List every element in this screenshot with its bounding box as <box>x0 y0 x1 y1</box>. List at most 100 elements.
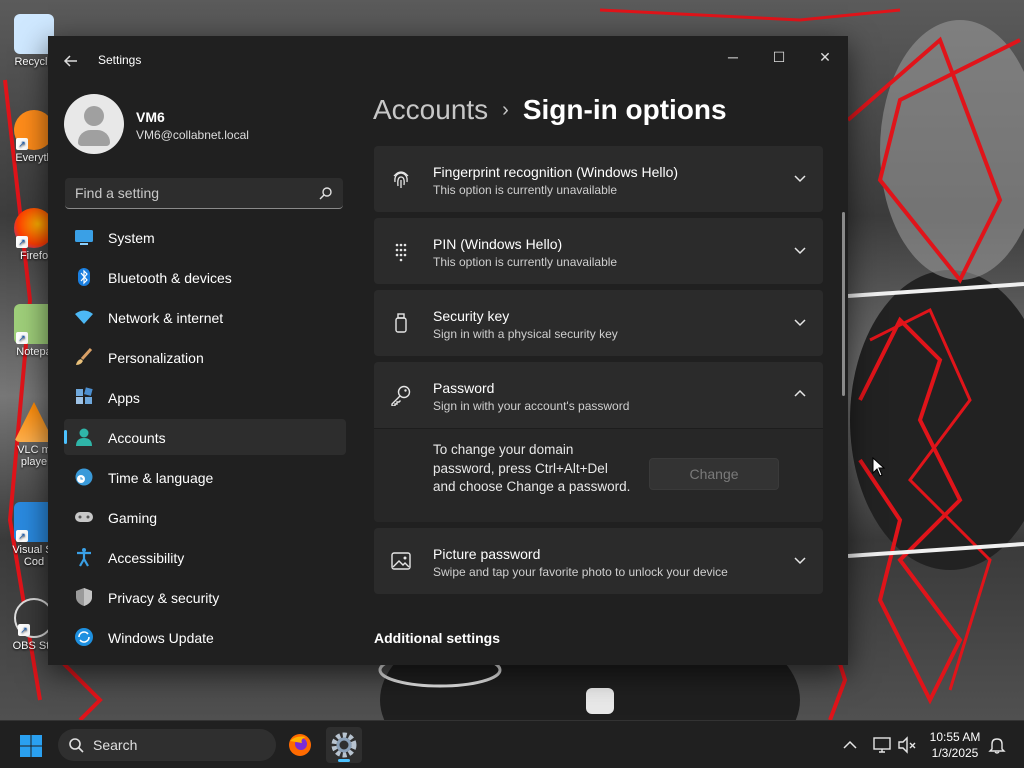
sidebar-item-network[interactable]: Network & internet <box>64 299 346 335</box>
settings-gear-icon <box>331 732 357 758</box>
volume-muted-icon[interactable] <box>897 735 917 755</box>
option-subtitle: Sign in with a physical security key <box>433 327 618 341</box>
windows-update-icon <box>75 628 93 646</box>
sidebar-item-label: Windows Update <box>108 630 214 646</box>
chevron-down-icon[interactable] <box>793 553 807 567</box>
chevron-down-icon[interactable] <box>793 315 807 329</box>
option-picture-password[interactable]: Picture password Swipe and tap your favo… <box>374 528 823 594</box>
chevron-down-icon[interactable] <box>793 171 807 185</box>
sidebar-item-label: Accessibility <box>108 550 185 566</box>
taskbar-search-label: Search <box>93 737 138 753</box>
sidebar-item-personalization[interactable]: Personalization <box>64 339 346 375</box>
settings-window: Settings ─ ☐ ✕ VM6 VM6@collabnet.local S… <box>48 36 848 665</box>
sidebar-item-bluetooth[interactable]: Bluetooth & devices <box>64 259 346 295</box>
option-title: Password <box>433 380 495 396</box>
option-password[interactable]: Password Sign in with your account's pas… <box>374 362 823 522</box>
sidebar-item-label: Accounts <box>108 430 166 446</box>
scrollbar[interactable] <box>842 212 845 396</box>
change-password-button[interactable]: Change <box>649 458 779 490</box>
notification-bell-icon[interactable] <box>987 735 1007 755</box>
option-subtitle: Sign in with your account's password <box>433 399 630 413</box>
taskbar-app-firefox[interactable] <box>282 727 318 763</box>
option-title: Fingerprint recognition (Windows Hello) <box>433 164 679 180</box>
sidebar-item-label: Bluetooth & devices <box>108 270 232 286</box>
sidebar-item-label: Time & language <box>108 470 214 486</box>
shield-icon <box>76 588 92 606</box>
taskbar-app-settings[interactable] <box>326 727 362 763</box>
brush-icon <box>76 347 93 365</box>
system-clock[interactable]: 10:55 AM 1/3/2025 <box>920 729 990 761</box>
shortcut-arrow-icon: ↗ <box>16 138 28 150</box>
avatar-head <box>84 106 104 126</box>
taskbar-search[interactable]: Search <box>58 729 276 761</box>
back-button[interactable] <box>60 50 82 72</box>
password-expanded-panel: To change your domain password, press Ct… <box>374 428 823 522</box>
firefox-icon <box>289 734 311 756</box>
sidebar-item-accounts[interactable]: Accounts <box>64 419 346 455</box>
accounts-icon <box>76 428 92 446</box>
clock-time: 10:55 AM <box>929 730 981 744</box>
time-language-icon <box>75 468 93 486</box>
breadcrumb-parent[interactable]: Accounts <box>373 94 488 125</box>
shortcut-arrow-icon: ↗ <box>16 236 28 248</box>
app-title: Settings <box>98 53 142 67</box>
search-box[interactable] <box>65 178 343 209</box>
windows-logo-icon <box>20 735 42 757</box>
breadcrumb: Accounts › Sign-in options <box>373 94 727 134</box>
chevron-up-icon[interactable] <box>793 387 807 401</box>
taskbar: Search 10:55 AM 1/3/2025 <box>0 720 1024 768</box>
user-email: VM6@collabnet.local <box>136 128 249 142</box>
option-security-key[interactable]: Security key Sign in with a physical sec… <box>374 290 823 356</box>
active-app-indicator <box>338 759 350 762</box>
apps-icon <box>76 387 93 404</box>
chevron-up-icon[interactable] <box>840 735 860 755</box>
user-name: VM6 <box>136 109 165 125</box>
sidebar-item-label: Privacy & security <box>108 590 220 606</box>
sidebar-nav: System Bluetooth & devices Network & int… <box>64 219 346 659</box>
user-profile[interactable]: VM6 VM6@collabnet.local <box>64 94 364 154</box>
avatar-body <box>78 130 110 146</box>
accessibility-icon <box>77 548 91 567</box>
chevron-down-icon[interactable] <box>793 243 807 257</box>
shortcut-arrow-icon: ↗ <box>18 624 30 636</box>
sidebar-item-label: Network & internet <box>108 310 224 326</box>
system-icon <box>75 230 93 245</box>
minimize-button[interactable]: ─ <box>710 42 756 72</box>
pin-keypad-icon <box>395 243 407 262</box>
network-icon <box>75 310 93 324</box>
breadcrumb-separator: › <box>502 99 509 121</box>
password-description: To change your domain password, press Ct… <box>433 442 631 494</box>
search-icon <box>69 738 84 753</box>
clock-date: 1/3/2025 <box>931 746 979 760</box>
maximize-button[interactable]: ☐ <box>756 42 802 72</box>
sidebar-item-label: Gaming <box>108 510 158 526</box>
option-title: Picture password <box>433 546 541 562</box>
search-input[interactable] <box>65 178 315 208</box>
bluetooth-icon <box>78 268 90 286</box>
fingerprint-icon <box>393 171 409 188</box>
shortcut-arrow-icon: ↗ <box>16 530 28 542</box>
option-subtitle: Swipe and tap your favorite photo to unl… <box>433 565 728 579</box>
option-pin[interactable]: PIN (Windows Hello) This option is curre… <box>374 218 823 284</box>
close-button[interactable]: ✕ <box>802 42 848 72</box>
start-button[interactable] <box>16 731 46 761</box>
sidebar-item-gaming[interactable]: Gaming <box>64 499 346 535</box>
sign-in-options-list: Fingerprint recognition (Windows Hello) … <box>374 146 823 665</box>
title-bar[interactable]: Settings ─ ☐ ✕ <box>48 36 848 84</box>
sidebar-item-system[interactable]: System <box>64 219 346 255</box>
page-title: Sign-in options <box>522 94 727 125</box>
sidebar-item-privacy-security[interactable]: Privacy & security <box>64 579 346 615</box>
gaming-icon <box>75 512 93 522</box>
back-arrow-icon <box>63 55 77 67</box>
search-icon[interactable] <box>319 186 333 200</box>
option-title: Security key <box>433 308 510 324</box>
sidebar-item-time-language[interactable]: Time & language <box>64 459 346 495</box>
avatar[interactable] <box>64 94 124 154</box>
option-subtitle: This option is currently unavailable <box>433 183 618 197</box>
sidebar-item-accessibility[interactable]: Accessibility <box>64 539 346 575</box>
sidebar-item-apps[interactable]: Apps <box>64 379 346 415</box>
sidebar-item-windows-update[interactable]: Windows Update <box>64 619 346 655</box>
option-fingerprint[interactable]: Fingerprint recognition (Windows Hello) … <box>374 146 823 212</box>
network-icon[interactable] <box>872 735 892 755</box>
mouse-cursor-icon <box>872 457 886 477</box>
